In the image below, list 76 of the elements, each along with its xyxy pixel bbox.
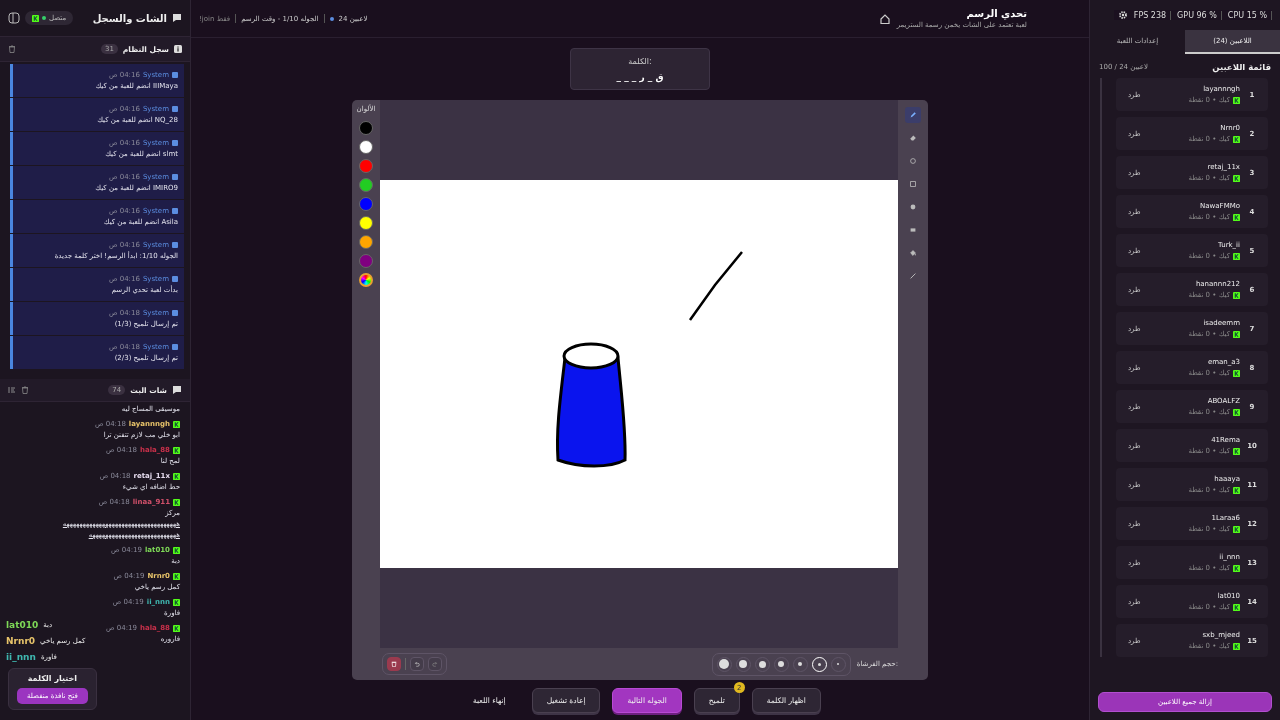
undo-button[interactable] [410, 657, 424, 671]
platform-icon [1233, 486, 1240, 494]
color-swatch[interactable] [359, 121, 373, 135]
platform-icon [1233, 564, 1240, 572]
word-label: الكلمة: [628, 56, 652, 66]
platform-icon [1233, 408, 1240, 416]
brush-size-option[interactable] [716, 656, 732, 672]
brush-size-option[interactable] [754, 656, 770, 672]
platform-icon [1233, 96, 1240, 104]
clear-button[interactable] [387, 657, 401, 671]
platform-icon [173, 420, 180, 428]
stat-reading: FPS 238 [1133, 10, 1167, 20]
panel-title: الشات والسجل [92, 12, 167, 24]
platform-icon [173, 498, 180, 506]
platform-icon [1233, 174, 1240, 182]
platform-icon [173, 598, 180, 606]
redo-icon [432, 661, 438, 667]
system-icon [172, 242, 178, 248]
custom-color-button[interactable] [359, 273, 373, 287]
platform-icon [1233, 252, 1240, 260]
trash-icon[interactable] [21, 386, 29, 394]
color-swatch[interactable] [359, 216, 373, 230]
drawing-canvas[interactable] [380, 180, 898, 568]
platform-icon [1233, 642, 1240, 650]
platform-icon [173, 572, 180, 580]
platform-icon [1233, 369, 1240, 377]
system-icon [172, 310, 178, 316]
system-icon [172, 106, 178, 112]
color-swatch[interactable] [359, 159, 373, 173]
overlay-username: ii_nnn [6, 652, 36, 662]
color-swatch[interactable] [359, 178, 373, 192]
system-icon [172, 208, 178, 214]
platform-icon [1233, 447, 1240, 455]
system-icon [172, 72, 178, 78]
info-icon [174, 45, 182, 53]
platform-icon [1233, 213, 1240, 221]
overlay-username: Nrnr0 [6, 636, 36, 646]
stat-reading: CPU 15 % [1227, 10, 1267, 20]
system-icon [172, 344, 178, 350]
settings-icon[interactable] [1117, 10, 1128, 20]
undo-icon [414, 661, 420, 667]
color-swatch[interactable] [359, 140, 373, 154]
overlay-username: lat010 [6, 620, 39, 630]
word-hint: ق _ ر _ _ _ [616, 71, 664, 82]
color-swatch[interactable] [359, 197, 373, 211]
platform-icon [173, 472, 180, 480]
platform-icon [1233, 330, 1240, 338]
home-icon[interactable] [878, 12, 891, 25]
stat-reading: GPU 96 % [1177, 10, 1217, 20]
platform-icon [173, 624, 180, 632]
game-title: تحدي الرسم [966, 8, 1027, 19]
color-swatch[interactable] [359, 254, 373, 268]
system-icon [172, 140, 178, 146]
brush-size-option[interactable] [792, 656, 808, 672]
sidebar-toggle-icon[interactable] [8, 12, 20, 24]
system-icon [172, 174, 178, 180]
players-title: قائمة اللاعبين [1212, 62, 1271, 72]
platform-icon [1233, 291, 1240, 299]
color-swatch[interactable] [359, 235, 373, 249]
brush-size-option[interactable] [773, 656, 789, 672]
chat-icon [172, 385, 182, 395]
brush-size-option[interactable] [735, 656, 751, 672]
pencil-tool-icon[interactable] [905, 107, 921, 123]
status-dot-icon [329, 16, 334, 21]
popup-title: اختيار الكلمة [27, 674, 78, 683]
platform-icon [173, 446, 180, 454]
platform-icon [32, 14, 39, 22]
platform-icon [173, 546, 180, 554]
platform-icon [1233, 135, 1240, 143]
system-icon [172, 276, 178, 282]
line-stroke [689, 251, 743, 321]
chat-icon [172, 13, 182, 23]
platform-icon [1233, 525, 1240, 533]
trash-icon [391, 661, 397, 667]
trash-icon[interactable] [8, 45, 16, 53]
platform-icon [1233, 603, 1240, 611]
